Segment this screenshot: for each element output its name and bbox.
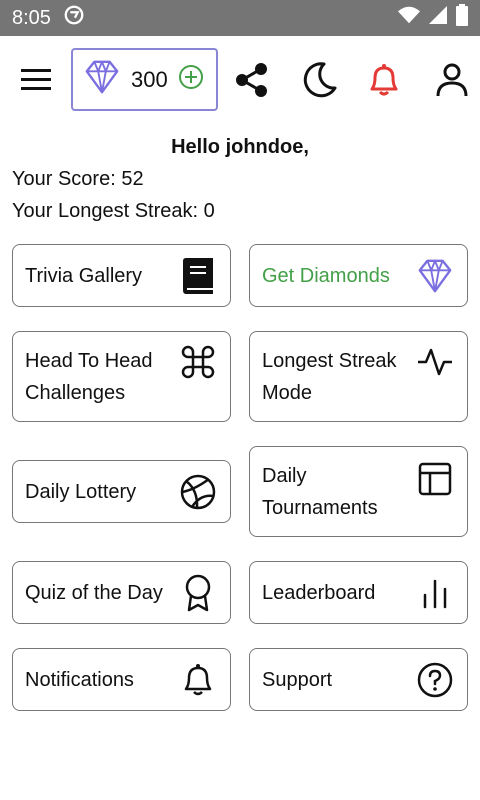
longest-streak-mode-button[interactable]: Longest Streak Mode <box>249 331 468 422</box>
greeting-text: Hello johndoe, <box>171 136 309 158</box>
diamond-icon <box>415 256 455 296</box>
status-time: 8:05 <box>12 6 51 29</box>
tile-label: Longest Streak Mode <box>262 349 397 404</box>
book-icon <box>178 256 218 296</box>
longest-streak-text: Your Longest Streak: 0 <box>12 200 215 222</box>
bell-icon <box>178 660 218 700</box>
award-icon <box>178 573 218 613</box>
hamburger-icon[interactable] <box>12 56 60 104</box>
signal-icon <box>428 5 448 31</box>
diamond-count: 300 <box>131 66 168 92</box>
battery-icon <box>456 4 468 32</box>
daily-lottery-button[interactable]: Daily Lottery <box>12 460 231 523</box>
get-diamonds-button[interactable]: Get Diamonds <box>249 244 468 307</box>
bar-chart-icon <box>415 573 455 613</box>
diamond-icon <box>83 58 121 101</box>
moon-icon[interactable] <box>296 56 344 104</box>
daily-tournaments-button[interactable]: Daily Tournaments <box>249 446 468 537</box>
leaderboard-button[interactable]: Leaderboard <box>249 561 468 624</box>
command-icon <box>178 342 218 382</box>
trivia-gallery-button[interactable]: Trivia Gallery <box>12 244 231 307</box>
tile-label: Support <box>262 668 333 691</box>
layout-icon <box>415 459 455 499</box>
wifi-icon <box>398 5 420 31</box>
vpn-icon <box>63 4 85 32</box>
score-text: Your Score: 52 <box>12 168 144 190</box>
head-to-head-challenges-button[interactable]: Head To Head Challenges <box>12 331 231 422</box>
tile-label: Leaderboard <box>262 581 376 604</box>
tile-label: Notifications <box>25 668 134 691</box>
notifications-button[interactable]: Notifications <box>12 648 231 711</box>
tile-label: Quiz of the Day <box>25 581 163 604</box>
support-button[interactable]: Support <box>249 648 468 711</box>
top-app-bar: 300 <box>0 36 480 124</box>
tile-label: Head To Head Challenges <box>25 349 153 404</box>
help-circle-icon <box>415 660 455 700</box>
person-icon[interactable] <box>428 56 476 104</box>
diamonds-balance[interactable]: 300 <box>71 48 218 111</box>
status-bar: 8:05 <box>0 0 480 36</box>
basketball-icon <box>178 472 218 512</box>
tile-label: Daily Lottery <box>25 480 137 503</box>
notification-bell-icon[interactable] <box>360 56 408 104</box>
tile-label: Trivia Gallery <box>25 264 143 287</box>
plus-circle-icon[interactable] <box>178 64 204 95</box>
activity-icon <box>415 342 455 382</box>
share-icon[interactable] <box>228 56 276 104</box>
status-icons <box>398 4 468 32</box>
tile-label: Daily Tournaments <box>262 464 378 519</box>
quiz-of-the-day-button[interactable]: Quiz of the Day <box>12 561 231 624</box>
tile-label: Get Diamonds <box>262 264 390 287</box>
